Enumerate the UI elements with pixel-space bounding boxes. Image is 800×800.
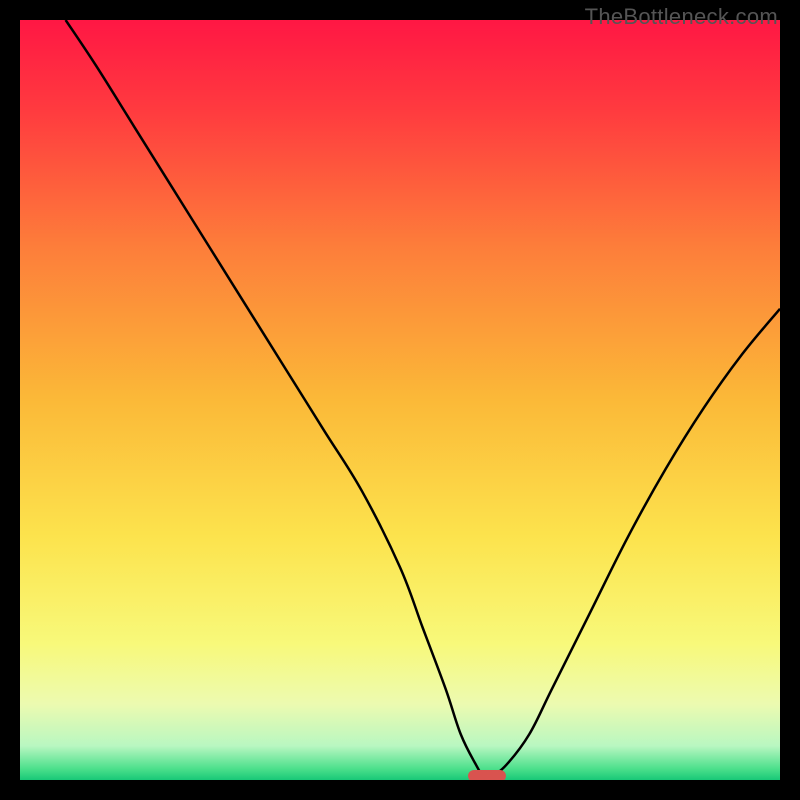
bottleneck-curve xyxy=(20,20,780,780)
watermark-label: TheBottleneck.com xyxy=(585,4,778,30)
chart-plot-area xyxy=(20,20,780,780)
optimal-point-marker xyxy=(468,770,506,780)
